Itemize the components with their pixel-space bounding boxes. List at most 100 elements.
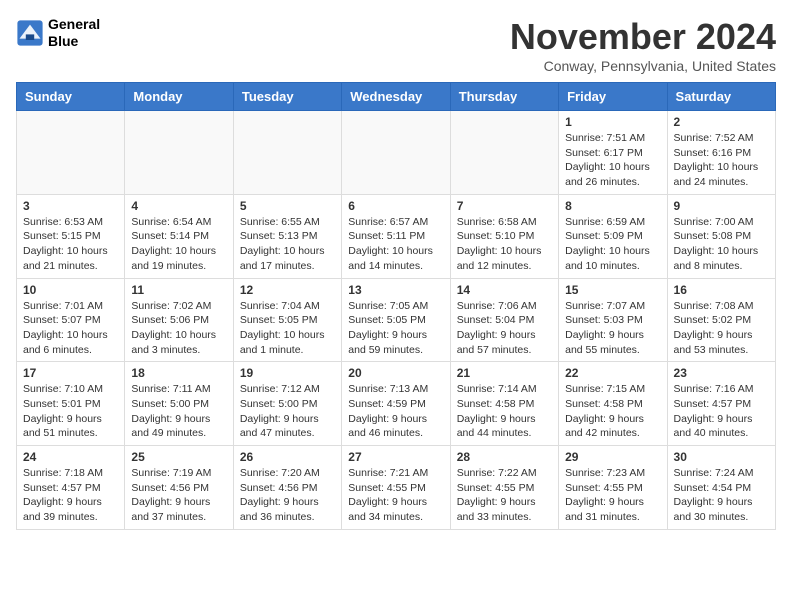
calendar-cell: 18 Sunrise: 7:11 AM Sunset: 5:00 PM Dayli… — [125, 362, 233, 446]
calendar-week-row: 10 Sunrise: 7:01 AM Sunset: 5:07 PM Dayli… — [17, 278, 776, 362]
calendar-cell — [17, 111, 125, 195]
day-info: Sunrise: 7:07 AM Sunset: 5:03 PM Dayligh… — [565, 299, 660, 358]
day-number: 12 — [240, 283, 335, 297]
calendar-cell: 4 Sunrise: 6:54 AM Sunset: 5:14 PM Daylig… — [125, 194, 233, 278]
calendar-week-row: 17 Sunrise: 7:10 AM Sunset: 5:01 PM Dayli… — [17, 362, 776, 446]
calendar-week-row: 1Sunrise: 7:51 AM Sunset: 6:17 PM Daylig… — [17, 111, 776, 195]
calendar-cell: 1Sunrise: 7:51 AM Sunset: 6:17 PM Daylig… — [559, 111, 667, 195]
day-info: Sunrise: 7:16 AM Sunset: 4:57 PM Dayligh… — [674, 382, 769, 441]
day-number: 9 — [674, 199, 769, 213]
day-info: Sunrise: 7:52 AM Sunset: 6:16 PM Dayligh… — [674, 131, 769, 190]
day-number: 23 — [674, 366, 769, 380]
calendar-cell: 26 Sunrise: 7:20 AM Sunset: 4:56 PM Dayli… — [233, 446, 341, 530]
logo-line2: Blue — [48, 33, 100, 50]
day-number: 18 — [131, 366, 226, 380]
weekday-header: Tuesday — [233, 83, 341, 111]
day-number: 4 — [131, 199, 226, 213]
day-info: Sunrise: 7:20 AM Sunset: 4:56 PM Dayligh… — [240, 466, 335, 525]
day-info: Sunrise: 7:00 AM Sunset: 5:08 PM Dayligh… — [674, 215, 769, 274]
day-number: 19 — [240, 366, 335, 380]
page-header: General Blue November 2024 Conway, Penns… — [16, 16, 776, 74]
logo-icon — [16, 19, 44, 47]
calendar-cell — [450, 111, 558, 195]
day-number: 21 — [457, 366, 552, 380]
weekday-header: Thursday — [450, 83, 558, 111]
calendar-cell: 12 Sunrise: 7:04 AM Sunset: 5:05 PM Dayli… — [233, 278, 341, 362]
calendar-cell: 7 Sunrise: 6:58 AM Sunset: 5:10 PM Daylig… — [450, 194, 558, 278]
day-info: Sunrise: 7:18 AM Sunset: 4:57 PM Dayligh… — [23, 466, 118, 525]
day-number: 14 — [457, 283, 552, 297]
day-number: 6 — [348, 199, 443, 213]
day-number: 11 — [131, 283, 226, 297]
calendar-cell: 5 Sunrise: 6:55 AM Sunset: 5:13 PM Daylig… — [233, 194, 341, 278]
weekday-header: Wednesday — [342, 83, 450, 111]
day-number: 3 — [23, 199, 118, 213]
calendar-header: SundayMondayTuesdayWednesdayThursdayFrid… — [17, 83, 776, 111]
day-info: Sunrise: 7:08 AM Sunset: 5:02 PM Dayligh… — [674, 299, 769, 358]
day-number: 2 — [674, 115, 769, 129]
day-number: 30 — [674, 450, 769, 464]
calendar-cell: 17 Sunrise: 7:10 AM Sunset: 5:01 PM Dayli… — [17, 362, 125, 446]
day-number: 20 — [348, 366, 443, 380]
day-info: Sunrise: 7:13 AM Sunset: 4:59 PM Dayligh… — [348, 382, 443, 441]
calendar-week-row: 3 Sunrise: 6:53 AM Sunset: 5:15 PM Daylig… — [17, 194, 776, 278]
calendar-cell — [342, 111, 450, 195]
day-info: Sunrise: 7:02 AM Sunset: 5:06 PM Dayligh… — [131, 299, 226, 358]
day-info: Sunrise: 6:58 AM Sunset: 5:10 PM Dayligh… — [457, 215, 552, 274]
calendar-cell: 28Sunrise: 7:22 AM Sunset: 4:55 PM Dayli… — [450, 446, 558, 530]
day-number: 13 — [348, 283, 443, 297]
day-number: 7 — [457, 199, 552, 213]
day-info: Sunrise: 7:01 AM Sunset: 5:07 PM Dayligh… — [23, 299, 118, 358]
month-title: November 2024 — [510, 16, 776, 58]
calendar-cell — [125, 111, 233, 195]
location: Conway, Pennsylvania, United States — [510, 58, 776, 74]
calendar-cell: 24 Sunrise: 7:18 AM Sunset: 4:57 PM Dayli… — [17, 446, 125, 530]
weekday-header: Saturday — [667, 83, 775, 111]
calendar-cell: 9 Sunrise: 7:00 AM Sunset: 5:08 PM Daylig… — [667, 194, 775, 278]
calendar-cell: 13 Sunrise: 7:05 AM Sunset: 5:05 PM Dayli… — [342, 278, 450, 362]
calendar-cell: 3 Sunrise: 6:53 AM Sunset: 5:15 PM Daylig… — [17, 194, 125, 278]
day-info: Sunrise: 6:57 AM Sunset: 5:11 PM Dayligh… — [348, 215, 443, 274]
day-info: Sunrise: 7:10 AM Sunset: 5:01 PM Dayligh… — [23, 382, 118, 441]
day-number: 26 — [240, 450, 335, 464]
calendar-cell: 27Sunrise: 7:21 AM Sunset: 4:55 PM Dayli… — [342, 446, 450, 530]
day-info: Sunrise: 6:55 AM Sunset: 5:13 PM Dayligh… — [240, 215, 335, 274]
day-number: 25 — [131, 450, 226, 464]
calendar-cell: 23 Sunrise: 7:16 AM Sunset: 4:57 PM Dayli… — [667, 362, 775, 446]
day-number: 5 — [240, 199, 335, 213]
title-block: November 2024 Conway, Pennsylvania, Unit… — [510, 16, 776, 74]
day-info: Sunrise: 7:15 AM Sunset: 4:58 PM Dayligh… — [565, 382, 660, 441]
calendar-cell — [233, 111, 341, 195]
day-info: Sunrise: 7:21 AM Sunset: 4:55 PM Dayligh… — [348, 466, 443, 525]
calendar-cell: 15 Sunrise: 7:07 AM Sunset: 5:03 PM Dayli… — [559, 278, 667, 362]
day-info: Sunrise: 7:19 AM Sunset: 4:56 PM Dayligh… — [131, 466, 226, 525]
day-number: 17 — [23, 366, 118, 380]
day-info: Sunrise: 6:53 AM Sunset: 5:15 PM Dayligh… — [23, 215, 118, 274]
day-info: Sunrise: 7:11 AM Sunset: 5:00 PM Dayligh… — [131, 382, 226, 441]
calendar-cell: 22 Sunrise: 7:15 AM Sunset: 4:58 PM Dayli… — [559, 362, 667, 446]
calendar-cell: 2 Sunrise: 7:52 AM Sunset: 6:16 PM Daylig… — [667, 111, 775, 195]
calendar-cell: 20 Sunrise: 7:13 AM Sunset: 4:59 PM Dayli… — [342, 362, 450, 446]
weekday-header: Sunday — [17, 83, 125, 111]
day-number: 15 — [565, 283, 660, 297]
day-info: Sunrise: 7:05 AM Sunset: 5:05 PM Dayligh… — [348, 299, 443, 358]
day-number: 29 — [565, 450, 660, 464]
day-info: Sunrise: 7:04 AM Sunset: 5:05 PM Dayligh… — [240, 299, 335, 358]
day-info: Sunrise: 7:22 AM Sunset: 4:55 PM Dayligh… — [457, 466, 552, 525]
day-number: 10 — [23, 283, 118, 297]
day-info: Sunrise: 6:54 AM Sunset: 5:14 PM Dayligh… — [131, 215, 226, 274]
calendar-cell: 29 Sunrise: 7:23 AM Sunset: 4:55 PM Dayli… — [559, 446, 667, 530]
calendar-cell: 30Sunrise: 7:24 AM Sunset: 4:54 PM Dayli… — [667, 446, 775, 530]
calendar-cell: 10 Sunrise: 7:01 AM Sunset: 5:07 PM Dayli… — [17, 278, 125, 362]
day-number: 22 — [565, 366, 660, 380]
day-number: 1 — [565, 115, 660, 129]
calendar-cell: 14Sunrise: 7:06 AM Sunset: 5:04 PM Dayli… — [450, 278, 558, 362]
calendar-cell: 6 Sunrise: 6:57 AM Sunset: 5:11 PM Daylig… — [342, 194, 450, 278]
day-info: Sunrise: 6:59 AM Sunset: 5:09 PM Dayligh… — [565, 215, 660, 274]
day-info: Sunrise: 7:12 AM Sunset: 5:00 PM Dayligh… — [240, 382, 335, 441]
calendar-cell: 8Sunrise: 6:59 AM Sunset: 5:09 PM Daylig… — [559, 194, 667, 278]
day-info: Sunrise: 7:23 AM Sunset: 4:55 PM Dayligh… — [565, 466, 660, 525]
weekday-header: Friday — [559, 83, 667, 111]
day-number: 24 — [23, 450, 118, 464]
calendar-cell: 11 Sunrise: 7:02 AM Sunset: 5:06 PM Dayli… — [125, 278, 233, 362]
